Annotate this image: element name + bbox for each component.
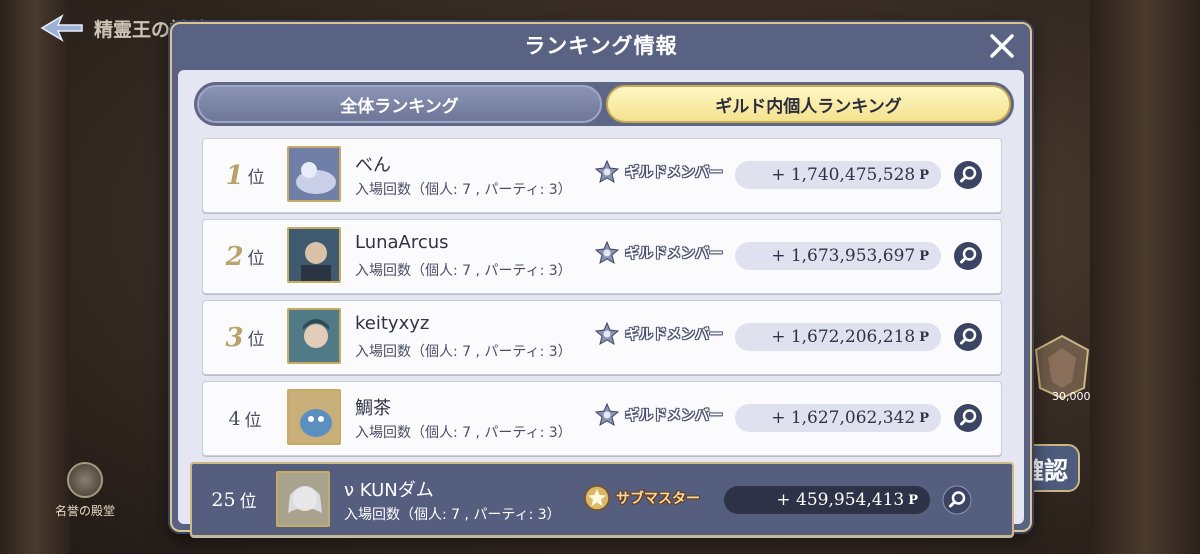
points-unit: P bbox=[919, 167, 929, 183]
guild-role: サブマスター bbox=[584, 485, 700, 511]
magnifier-icon[interactable] bbox=[953, 322, 983, 352]
avatar bbox=[276, 471, 330, 527]
ranking-modal: ランキング情報 全体ランキング ギルド内個人ランキング 1 位 べん 入場回数（… bbox=[170, 22, 1032, 537]
avatar bbox=[287, 227, 341, 283]
rank-cell: 4 位 bbox=[203, 382, 287, 455]
close-icon[interactable] bbox=[986, 30, 1018, 62]
points-number: + 1,673,953,697 bbox=[771, 246, 916, 266]
ranking-list: 1 位 べん 入場回数（個人: 7 , パーティ: 3） ギルドメンバー + 1… bbox=[190, 138, 1014, 543]
tab-label: ギルド内個人ランキング bbox=[715, 96, 902, 117]
emblem-value: 30,000 bbox=[1052, 390, 1091, 403]
points-value: + 1,672,206,218 P bbox=[735, 323, 941, 351]
rank-number: 4 bbox=[228, 407, 241, 430]
role-label: ギルドメンバー bbox=[625, 408, 723, 424]
player-name: べん bbox=[355, 155, 391, 176]
guild-role: ギルドメンバー bbox=[595, 160, 723, 184]
ranking-row: 3 位 keityxyz 入場回数（個人: 7 , パーティ: 3） ギルドメン… bbox=[202, 300, 1002, 375]
magnifier-icon[interactable] bbox=[953, 241, 983, 271]
magnifier-icon[interactable] bbox=[942, 485, 972, 515]
rank-suffix: 位 bbox=[247, 330, 265, 350]
rank-number: 25 bbox=[211, 488, 236, 511]
entry-count: 入場回数（個人: 7 , パーティ: 3） bbox=[355, 263, 572, 279]
rank-cell: 25 位 bbox=[192, 464, 276, 535]
role-label: ギルドメンバー bbox=[625, 327, 723, 343]
rank-cell: 1 位 bbox=[203, 139, 287, 212]
rank-suffix: 位 bbox=[247, 168, 265, 188]
points-unit: P bbox=[919, 329, 929, 345]
modal-title: ランキング情報 bbox=[524, 34, 678, 58]
ranking-row: 4 位 鯛茶 入場回数（個人: 7 , パーティ: 3） ギルドメンバー + 1… bbox=[202, 381, 1002, 456]
guild-role: ギルドメンバー bbox=[595, 322, 723, 346]
magnifier-icon[interactable] bbox=[953, 160, 983, 190]
avatar bbox=[287, 389, 341, 445]
rank-number: 1 bbox=[225, 160, 244, 191]
player-name: LunaArcus bbox=[355, 232, 449, 253]
entry-count: 入場回数（個人: 7 , パーティ: 3） bbox=[355, 425, 572, 441]
background-pillar-right bbox=[1090, 0, 1200, 554]
entry-count: 入場回数（個人: 7 , パーティ: 3） bbox=[355, 344, 572, 360]
guild-member-icon bbox=[595, 160, 619, 184]
tab-overall-ranking[interactable]: 全体ランキング bbox=[197, 85, 602, 123]
points-unit: P bbox=[919, 410, 929, 426]
ranking-row: 2 位 LunaArcus 入場回数（個人: 7 , パーティ: 3） ギルドメ… bbox=[202, 219, 1002, 294]
points-number: + 1,740,475,528 bbox=[771, 165, 916, 185]
rank-number: 2 bbox=[225, 241, 244, 272]
ranking-tabs: 全体ランキング ギルド内個人ランキング bbox=[194, 82, 1014, 126]
points-number: + 1,627,062,342 bbox=[771, 408, 916, 428]
rank-suffix: 位 bbox=[244, 411, 262, 431]
player-name: ν KUNダム bbox=[344, 480, 434, 501]
points-value: + 1,740,475,528 P bbox=[735, 161, 941, 189]
guild-role: ギルドメンバー bbox=[595, 241, 723, 265]
rank-suffix: 位 bbox=[239, 492, 257, 512]
player-name: keityxyz bbox=[355, 313, 430, 334]
points-unit: P bbox=[919, 248, 929, 264]
rank-cell: 3 位 bbox=[203, 301, 287, 374]
points-number: + 459,954,413 bbox=[776, 490, 905, 510]
entry-count: 入場回数（個人: 7 , パーティ: 3） bbox=[355, 182, 572, 198]
sub-master-icon bbox=[584, 485, 610, 511]
modal-body: 全体ランキング ギルド内個人ランキング 1 位 べん 入場回数（個人: 7 , … bbox=[178, 70, 1024, 537]
own-ranking-row: 25 位 ν KUNダム 入場回数（個人: 7 , パーティ: 3） サブマスタ… bbox=[190, 462, 1014, 537]
avatar bbox=[287, 308, 341, 364]
entry-count: 入場回数（個人: 7 , パーティ: 3） bbox=[344, 507, 561, 523]
tab-label: 全体ランキング bbox=[340, 96, 459, 117]
guild-member-icon bbox=[595, 322, 619, 346]
avatar bbox=[287, 146, 341, 202]
rank-suffix: 位 bbox=[247, 249, 265, 269]
points-number: + 1,672,206,218 bbox=[771, 327, 916, 347]
guild-member-icon bbox=[595, 403, 619, 427]
tab-guild-personal-ranking[interactable]: ギルド内個人ランキング bbox=[606, 85, 1011, 123]
points-unit: P bbox=[908, 492, 918, 508]
magnifier-icon[interactable] bbox=[953, 403, 983, 433]
hall-of-fame-button[interactable]: 名誉の殿堂 bbox=[40, 462, 130, 519]
guild-member-icon bbox=[595, 241, 619, 265]
points-value: + 1,673,953,697 P bbox=[735, 242, 941, 270]
role-label: サブマスター bbox=[616, 491, 700, 507]
rank-number: 3 bbox=[225, 322, 244, 353]
trophy-icon bbox=[67, 462, 103, 498]
guild-role: ギルドメンバー bbox=[595, 403, 723, 427]
ranking-row: 1 位 べん 入場回数（個人: 7 , パーティ: 3） ギルドメンバー + 1… bbox=[202, 138, 1002, 213]
points-value: + 459,954,413 P bbox=[724, 486, 930, 514]
role-label: ギルドメンバー bbox=[625, 246, 723, 262]
player-name: 鯛茶 bbox=[355, 398, 391, 419]
rank-cell: 2 位 bbox=[203, 220, 287, 293]
hall-of-fame-label: 名誉の殿堂 bbox=[54, 504, 115, 518]
points-value: + 1,627,062,342 P bbox=[735, 404, 941, 432]
back-arrow-icon[interactable] bbox=[40, 14, 84, 42]
role-label: ギルドメンバー bbox=[625, 165, 723, 181]
